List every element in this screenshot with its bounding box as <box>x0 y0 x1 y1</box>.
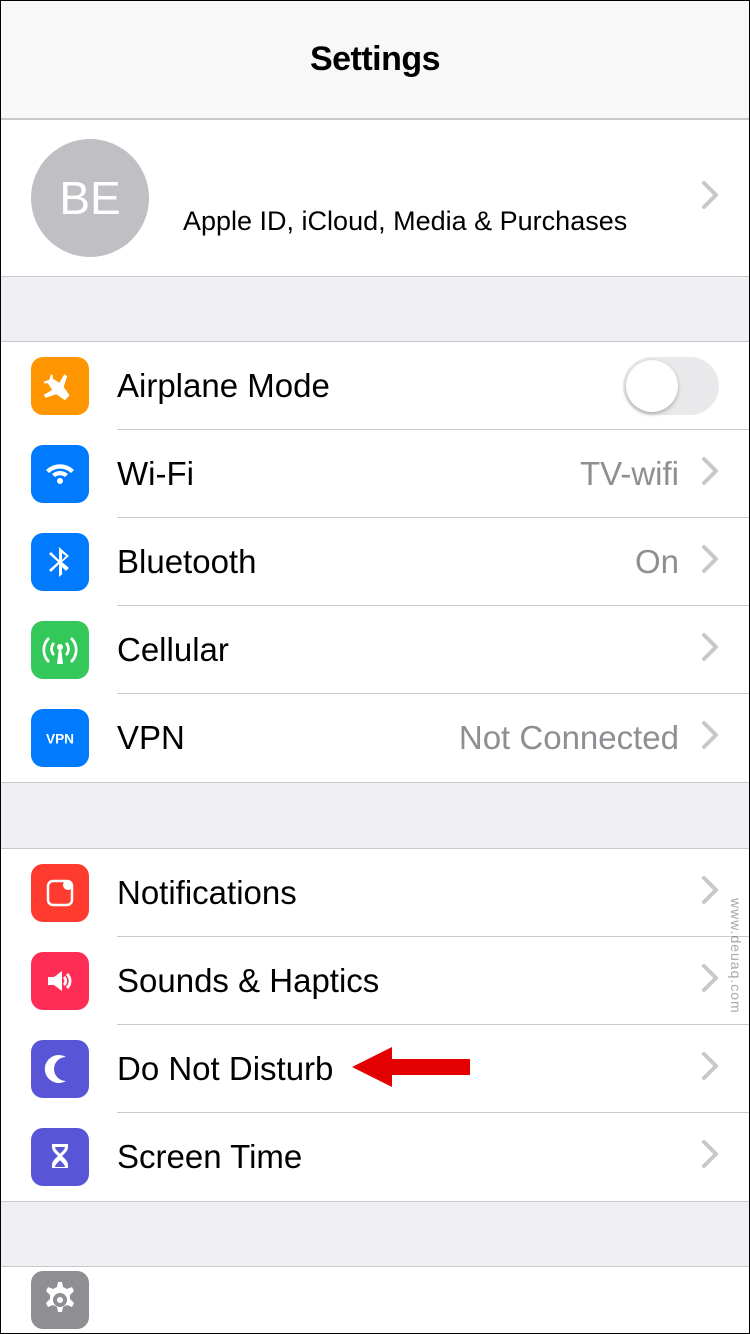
screentime-label: Screen Time <box>117 1138 689 1176</box>
general-section-partial <box>1 1266 749 1333</box>
do-not-disturb-row[interactable]: Do Not Disturb <box>1 1025 749 1113</box>
wifi-icon <box>31 445 89 503</box>
chevron-right-icon <box>701 456 719 492</box>
cellular-label: Cellular <box>117 631 689 669</box>
airplane-icon <box>31 357 89 415</box>
screen-time-row[interactable]: Screen Time <box>1 1113 749 1201</box>
section-gap <box>1 277 749 341</box>
hourglass-icon <box>31 1128 89 1186</box>
watermark: www.deuaq.com <box>728 898 744 1014</box>
chevron-right-icon <box>701 180 719 216</box>
notifications-row[interactable]: Notifications <box>1 849 749 937</box>
wifi-label: Wi-Fi <box>117 455 580 493</box>
speaker-icon <box>31 952 89 1010</box>
airplane-toggle[interactable] <box>623 357 719 415</box>
gear-icon <box>31 1271 89 1329</box>
moon-icon <box>31 1040 89 1098</box>
vpn-icon: VPN <box>31 709 89 767</box>
profile-section: BE Apple ID, iCloud, Media & Purchases <box>1 119 749 277</box>
bluetooth-icon <box>31 533 89 591</box>
vpn-row[interactable]: VPN VPN Not Connected <box>1 694 749 782</box>
general-row[interactable] <box>1 1267 749 1333</box>
apple-id-row[interactable]: BE Apple ID, iCloud, Media & Purchases <box>1 120 749 276</box>
vpn-label: VPN <box>117 719 459 757</box>
notifications-label: Notifications <box>117 874 689 912</box>
vpn-detail: Not Connected <box>459 719 679 757</box>
chevron-right-icon <box>701 963 719 999</box>
chevron-right-icon <box>701 544 719 580</box>
wifi-detail: TV-wifi <box>580 455 679 493</box>
cellular-row[interactable]: Cellular <box>1 606 749 694</box>
chevron-right-icon <box>701 1051 719 1087</box>
chevron-right-icon <box>701 632 719 668</box>
airplane-mode-row[interactable]: Airplane Mode <box>1 342 749 430</box>
wifi-row[interactable]: Wi-Fi TV-wifi <box>1 430 749 518</box>
chevron-right-icon <box>701 875 719 911</box>
chevron-right-icon <box>701 1139 719 1175</box>
sounds-row[interactable]: Sounds & Haptics <box>1 937 749 1025</box>
navbar: Settings <box>1 1 749 119</box>
bluetooth-detail: On <box>635 543 679 581</box>
bluetooth-row[interactable]: Bluetooth On <box>1 518 749 606</box>
chevron-right-icon <box>701 720 719 756</box>
svg-text:VPN: VPN <box>46 732 74 747</box>
bluetooth-label: Bluetooth <box>117 543 635 581</box>
antenna-icon <box>31 621 89 679</box>
page-title: Settings <box>310 40 440 79</box>
dnd-label: Do Not Disturb <box>117 1050 689 1088</box>
profile-subtitle: Apple ID, iCloud, Media & Purchases <box>183 206 689 237</box>
section-gap <box>1 1202 749 1266</box>
avatar: BE <box>31 139 149 257</box>
notifications-icon <box>31 864 89 922</box>
airplane-label: Airplane Mode <box>117 367 623 405</box>
profile-text: Apple ID, iCloud, Media & Purchases <box>183 158 689 237</box>
sounds-label: Sounds & Haptics <box>117 962 689 1000</box>
network-section: Airplane Mode Wi-Fi TV-wifi Bluetooth On <box>1 341 749 783</box>
section-gap <box>1 783 749 847</box>
notifications-section: Notifications Sounds & Haptics Do Not Di… <box>1 848 749 1202</box>
